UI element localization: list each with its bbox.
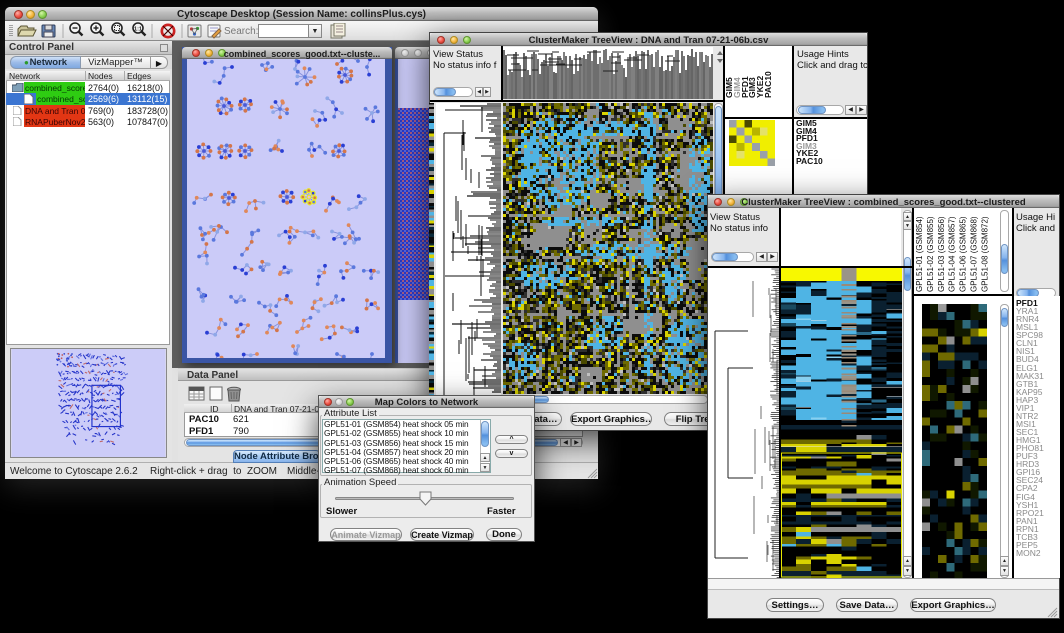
svg-text:GPL51-07 (GSM868): GPL51-07 (GSM868) (970, 216, 979, 292)
svg-text:GPL51-08 (GSM872): GPL51-08 (GSM872) (980, 216, 989, 292)
svg-text:GPL51-01 (GSM854): GPL51-01 (GSM854) (915, 216, 924, 292)
svg-text:1:1: 1:1 (134, 27, 142, 33)
svg-text:GPL51-02 (GSM855): GPL51-02 (GSM855) (926, 216, 935, 292)
svg-text:PAC10: PAC10 (763, 71, 773, 98)
svg-text:GPL51-06 (GSM865): GPL51-06 (GSM865) (959, 216, 968, 292)
svg-text:GPL51-04 (GSM857): GPL51-04 (GSM857) (948, 216, 957, 292)
svg-text:GPL51-03 (GSM856): GPL51-03 (GSM856) (937, 216, 946, 292)
